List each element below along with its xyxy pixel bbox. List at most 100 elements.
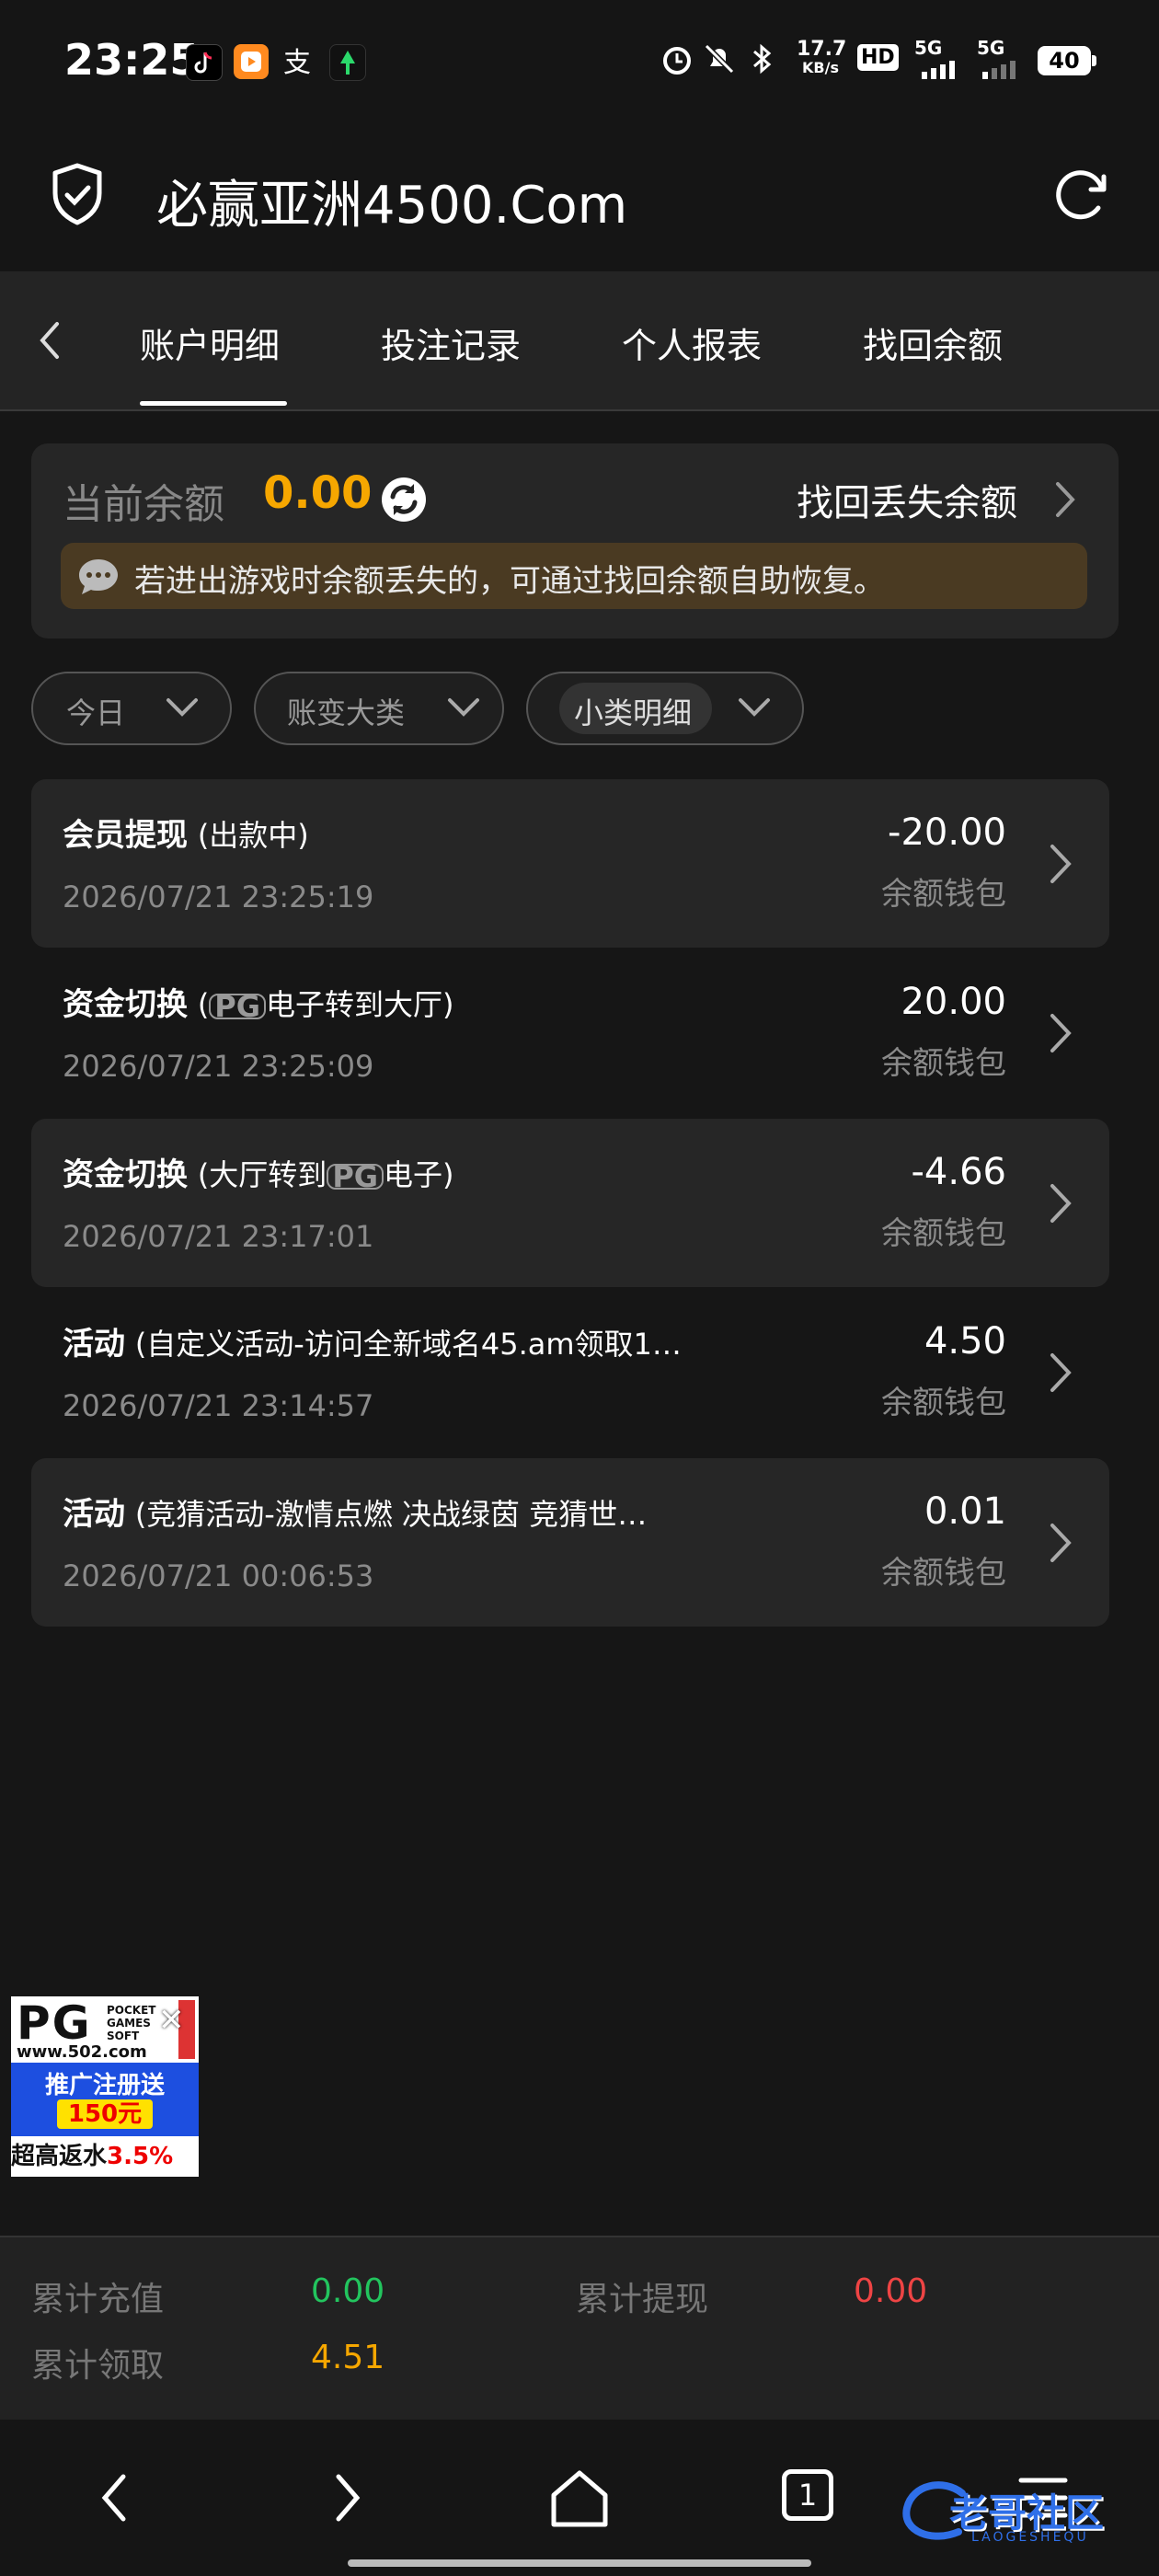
total-recharge-value: 0.00 xyxy=(311,2272,385,2310)
transaction-wallet: 余额钱包 xyxy=(881,1045,1006,1082)
filter-category-label: 账变大类 xyxy=(287,696,406,730)
transaction-row[interactable] xyxy=(31,779,1109,948)
alipay-icon: 支 xyxy=(280,44,315,79)
signal-icon xyxy=(920,57,966,83)
transaction-row[interactable] xyxy=(31,1458,1109,1627)
page-title: 必赢亚洲4500.Com xyxy=(156,176,628,236)
transaction-wallet: 余额钱包 xyxy=(881,1555,1006,1592)
chevron-right-icon[interactable] xyxy=(1050,477,1078,526)
balance-value: 0.00 xyxy=(263,467,373,519)
ad-line3-text: 超高返水 xyxy=(11,2143,108,2170)
transaction-type: 活动 xyxy=(63,1326,125,1363)
transaction-title: 资金切换 (大厅转到 PG 电子) xyxy=(63,1149,454,1194)
transaction-row[interactable] xyxy=(31,1288,1109,1456)
filter-date[interactable] xyxy=(31,672,232,745)
transaction-detail-suffix: 电子) xyxy=(384,1157,454,1192)
transaction-detail: ( xyxy=(197,987,210,1022)
promo-ad[interactable]: PG POCKET GAMES SOFT www.502.com ✕ 推广注册送… xyxy=(11,1996,199,2180)
bluetooth-icon xyxy=(743,40,780,81)
transaction-amount: -4.66 xyxy=(911,1151,1007,1193)
chevron-down-icon xyxy=(445,694,482,725)
transaction-amount: -20.00 xyxy=(888,811,1006,854)
notice-text: 若进出游戏时余额丢失的，可通过找回余额自助恢复。 xyxy=(134,563,885,600)
shield-check-icon xyxy=(48,162,107,230)
hd-badge: HD xyxy=(857,44,899,71)
filter-subcategory-label: 小类明细 xyxy=(574,696,693,730)
ad-line3: 超高返水3.5% xyxy=(11,2136,199,2177)
chevron-right-icon[interactable] xyxy=(1043,839,1076,892)
alarm-icon xyxy=(659,40,695,81)
transaction-wallet: 余额钱包 xyxy=(881,876,1006,913)
transaction-type: 资金切换 xyxy=(63,1156,188,1193)
transaction-wallet: 余额钱包 xyxy=(881,1215,1006,1252)
tiktok-icon xyxy=(186,44,223,81)
transaction-date: 2026/07/21 00:06:53 xyxy=(63,1558,374,1593)
filter-date-label: 今日 xyxy=(66,696,126,730)
refresh-button[interactable] xyxy=(1049,162,1113,230)
chevron-right-icon[interactable] xyxy=(1043,1008,1076,1062)
status-time: 23:25 xyxy=(64,35,200,85)
nav-tabs-button[interactable]: 1 xyxy=(782,2469,833,2521)
tab-account-details[interactable]: 账户明细 xyxy=(140,317,280,368)
close-icon[interactable]: ✕ xyxy=(158,2002,185,2039)
active-tab-indicator xyxy=(140,401,287,406)
total-claimed-value: 4.51 xyxy=(311,2339,385,2376)
transaction-detail: (大厅转到 xyxy=(197,1157,327,1192)
nav-back-icon[interactable] xyxy=(92,2466,138,2534)
total-withdraw-label: 累计提现 xyxy=(576,2281,709,2318)
transaction-wallet: 余额钱包 xyxy=(881,1385,1006,1421)
ad-site: www.502.com xyxy=(17,2042,147,2062)
total-claimed-label: 累计领取 xyxy=(31,2347,165,2385)
total-withdraw-value: 0.00 xyxy=(854,2272,928,2310)
ad-line3-pct: 3.5% xyxy=(107,2143,174,2170)
transaction-date: 2026/07/21 23:17:01 xyxy=(63,1219,374,1254)
svg-text:支: 支 xyxy=(283,47,311,79)
ad-banner: 推广注册送 150元 xyxy=(11,2063,199,2136)
transaction-type: 会员提现 xyxy=(63,817,188,854)
nav-home-icon[interactable] xyxy=(546,2466,613,2536)
transaction-row[interactable] xyxy=(31,949,1109,1117)
chevron-right-icon[interactable] xyxy=(1043,1179,1076,1232)
chevron-down-icon xyxy=(736,694,773,725)
watermark-sub: LAOGESHEQU xyxy=(971,2530,1089,2545)
total-recharge-label: 累计充值 xyxy=(31,2281,165,2318)
transaction-type: 资金切换 xyxy=(63,986,188,1023)
back-button[interactable] xyxy=(31,313,68,372)
speed-value: 17.7 xyxy=(797,38,847,61)
transaction-detail: (竞猜活动-激情点燃 决战绿茵 竞猜世… xyxy=(134,1497,648,1532)
media-app-icon xyxy=(234,44,269,79)
speed-unit: KB/s xyxy=(802,59,839,76)
chat-bubble-icon xyxy=(77,558,120,600)
ad-line1: 推广注册送 xyxy=(44,2072,165,2099)
chevron-right-icon[interactable] xyxy=(1043,1518,1076,1571)
refresh-balance-icon[interactable] xyxy=(379,475,429,528)
transaction-amount: 20.00 xyxy=(901,981,1006,1023)
tab-bet-records[interactable]: 投注记录 xyxy=(381,317,521,368)
battery-indicator: 40 xyxy=(1038,46,1096,75)
transaction-amount: 4.50 xyxy=(924,1320,1006,1363)
pg-logo-icon: PG xyxy=(209,992,267,1021)
transaction-row[interactable] xyxy=(31,1119,1109,1287)
tab-recover-balance[interactable]: 找回余额 xyxy=(863,317,1003,368)
sim1-label: 5G xyxy=(914,37,943,59)
chevron-right-icon[interactable] xyxy=(1043,1348,1076,1401)
sim2-label: 5G xyxy=(977,37,1005,59)
transaction-date: 2026/07/21 23:25:09 xyxy=(63,1049,374,1084)
balance-label: 当前余额 xyxy=(63,481,224,528)
summary-panel xyxy=(0,2236,1159,2421)
transaction-title: 资金切换 (PG 电子转到大厅) xyxy=(63,979,454,1024)
signal-icon xyxy=(981,57,1027,83)
nav-forward-icon[interactable] xyxy=(324,2466,370,2534)
transaction-date: 2026/07/21 23:25:19 xyxy=(63,880,374,914)
tab-personal-report[interactable]: 个人报表 xyxy=(622,317,762,368)
transaction-detail: (自定义活动-访问全新域名45.am领取1… xyxy=(134,1327,682,1362)
gesture-handle xyxy=(348,2559,811,2567)
transaction-date: 2026/07/21 23:14:57 xyxy=(63,1388,374,1423)
pg-logo-icon: PG xyxy=(327,1162,384,1191)
watermark: 老哥社区 LAOGESHEQU xyxy=(898,2475,1146,2558)
transaction-amount: 0.01 xyxy=(924,1490,1006,1533)
transaction-title: 会员提现 (出款中) xyxy=(63,810,309,855)
mute-icon xyxy=(701,40,738,81)
recover-lost-balance-link[interactable]: 找回丢失余额 xyxy=(797,473,1017,526)
green-app-icon xyxy=(329,44,366,81)
